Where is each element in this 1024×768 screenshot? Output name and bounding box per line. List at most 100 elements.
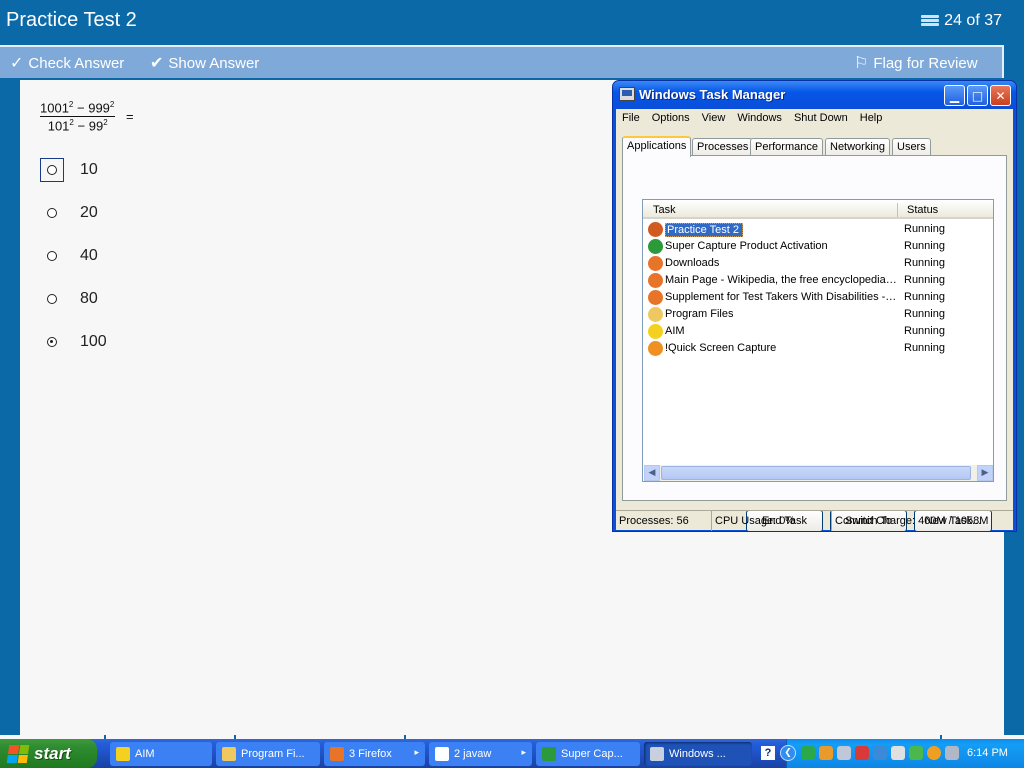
aim-icon	[648, 324, 663, 339]
keyboard-icon[interactable]	[945, 746, 959, 760]
menu-item[interactable]: File	[616, 109, 646, 129]
folder-icon	[648, 307, 663, 322]
firefox-icon	[648, 256, 663, 271]
question-expression: 10012 − 9992 1012 − 992 =	[40, 100, 134, 134]
scroll-right-button[interactable]: ▶	[977, 465, 993, 481]
close-icon: ✕	[995, 88, 1006, 103]
window-icon	[435, 747, 449, 761]
bluetooth-icon[interactable]	[873, 746, 887, 760]
clock[interactable]: 6:14 PM	[967, 747, 1008, 759]
flag-review-button[interactable]: ⚐ Flag for Review	[854, 53, 978, 73]
taskbar-button-label: 3 Firefox	[349, 748, 392, 760]
network-icon[interactable]	[801, 746, 815, 760]
task-row[interactable]: Program Files Running	[643, 306, 993, 323]
radio-icon	[47, 208, 57, 218]
minimize-icon: ▁	[949, 88, 960, 103]
radio-button[interactable]	[40, 158, 64, 182]
radio-icon	[47, 251, 57, 261]
taskbar-button[interactable]: Super Cap...	[536, 742, 640, 766]
menu-item[interactable]: Shut Down	[788, 109, 854, 129]
task-status: Running	[904, 308, 945, 320]
check-answer-button[interactable]: ✓ Check Answer	[10, 53, 124, 73]
tab[interactable]: Processes	[692, 138, 754, 156]
task-row[interactable]: Main Page - Wikipedia, the free encyclop…	[643, 272, 993, 289]
task-name: !Quick Screen Capture	[665, 342, 777, 354]
chevron-left-icon: ❮	[784, 748, 792, 758]
title-bar[interactable]: Windows Task Manager ▁ □ ✕	[613, 81, 1016, 109]
app-title: Practice Test 2	[6, 9, 137, 31]
task-row[interactable]: Supplement for Test Takers With Disabili…	[643, 289, 993, 306]
tab[interactable]: Performance	[750, 138, 823, 156]
answer-choice[interactable]: 10	[40, 158, 98, 182]
monitor-icon[interactable]	[837, 746, 851, 760]
update-icon[interactable]	[909, 746, 923, 760]
java-icon	[648, 222, 663, 237]
tray-collapse-button[interactable]: ❮	[780, 745, 796, 761]
task-row[interactable]: Super Capture Product Activation Running	[643, 238, 993, 255]
menu-item[interactable]: Help	[854, 109, 889, 129]
scroll-left-button[interactable]: ◀	[644, 465, 660, 481]
taskbar-button[interactable]: AIM	[110, 742, 212, 766]
task-row[interactable]: Downloads Running	[643, 255, 993, 272]
firefox-icon	[648, 290, 663, 305]
volume-icon[interactable]	[891, 746, 905, 760]
taskbar-button[interactable]: Program Fi...	[216, 742, 320, 766]
capture-icon[interactable]	[819, 746, 833, 760]
tab[interactable]: Users	[892, 138, 931, 156]
status-bar: Processes: 56 CPU Usage: 0% Commit Charg…	[616, 510, 1013, 531]
radio-button[interactable]	[40, 201, 64, 225]
task-row[interactable]: Practice Test 2 Running	[643, 221, 993, 238]
column-divider[interactable]	[897, 203, 898, 217]
taskbar-button[interactable]: 3 Firefox ▸	[324, 742, 425, 766]
security-icon[interactable]	[855, 746, 869, 760]
start-button[interactable]: start	[0, 739, 97, 768]
taskbar-button-label: Program Fi...	[241, 748, 305, 760]
answer-choice[interactable]: 80	[40, 287, 98, 311]
task-name: Practice Test 2	[665, 223, 743, 237]
horizontal-scrollbar[interactable]: ◀ ▶	[644, 465, 993, 481]
task-status: Running	[904, 291, 945, 303]
scroll-thumb[interactable]	[661, 466, 971, 480]
tab[interactable]: Networking	[825, 138, 891, 156]
taskbar-button[interactable]: 2 javaw ▸	[429, 742, 532, 766]
group-arrow-icon: ▸	[521, 747, 526, 757]
maximize-button[interactable]: □	[967, 85, 988, 106]
answer-label: 100	[80, 333, 107, 350]
aim-icon	[116, 747, 130, 761]
group-arrow-icon: ▸	[414, 747, 419, 757]
answer-choice[interactable]: 20	[40, 201, 98, 225]
show-answer-button[interactable]: ✔ Show Answer	[150, 53, 259, 73]
task-row[interactable]: AIM Running	[643, 323, 993, 340]
column-status[interactable]: Status	[907, 204, 938, 216]
task-manager-window: Windows Task Manager ▁ □ ✕ File Options Vi…	[612, 80, 1017, 532]
task-list[interactable]: Task Status Practice Test 2 Running Super …	[642, 199, 994, 482]
start-label: start	[34, 743, 71, 763]
menu-item[interactable]: Windows	[731, 109, 788, 129]
chrome-icon[interactable]	[927, 746, 941, 760]
answer-choice[interactable]: 100	[40, 330, 107, 354]
window-title: Windows Task Manager	[639, 87, 786, 102]
tab[interactable]: Applications	[622, 136, 692, 157]
taskbar-button[interactable]: Windows ...	[644, 742, 752, 766]
task-list-header: Task Status	[643, 200, 993, 219]
pages-icon	[921, 15, 940, 27]
taskbar: start AIM Program Fi... 3 Firefox ▸ 2 javaw ▸…	[0, 739, 1024, 768]
menu-item[interactable]: View	[696, 109, 732, 129]
task-status: Running	[904, 325, 945, 337]
arrow-icon	[542, 747, 556, 761]
radio-button[interactable]	[40, 330, 64, 354]
answer-choice[interactable]: 40	[40, 244, 98, 268]
close-button[interactable]: ✕	[990, 85, 1011, 106]
radio-button[interactable]	[40, 287, 64, 311]
radio-button[interactable]	[40, 244, 64, 268]
numerator: 10012 − 9992	[40, 100, 116, 118]
task-row[interactable]: !Quick Screen Capture Running	[643, 340, 993, 357]
help-icon[interactable]: ?	[761, 746, 775, 760]
minimize-button[interactable]: ▁	[944, 85, 965, 106]
menu-item[interactable]: Options	[646, 109, 696, 129]
column-task[interactable]: Task	[653, 204, 676, 216]
capture-icon	[648, 341, 663, 356]
answer-label: 20	[80, 204, 98, 221]
radio-icon	[47, 165, 57, 175]
answer-label: 40	[80, 247, 98, 264]
